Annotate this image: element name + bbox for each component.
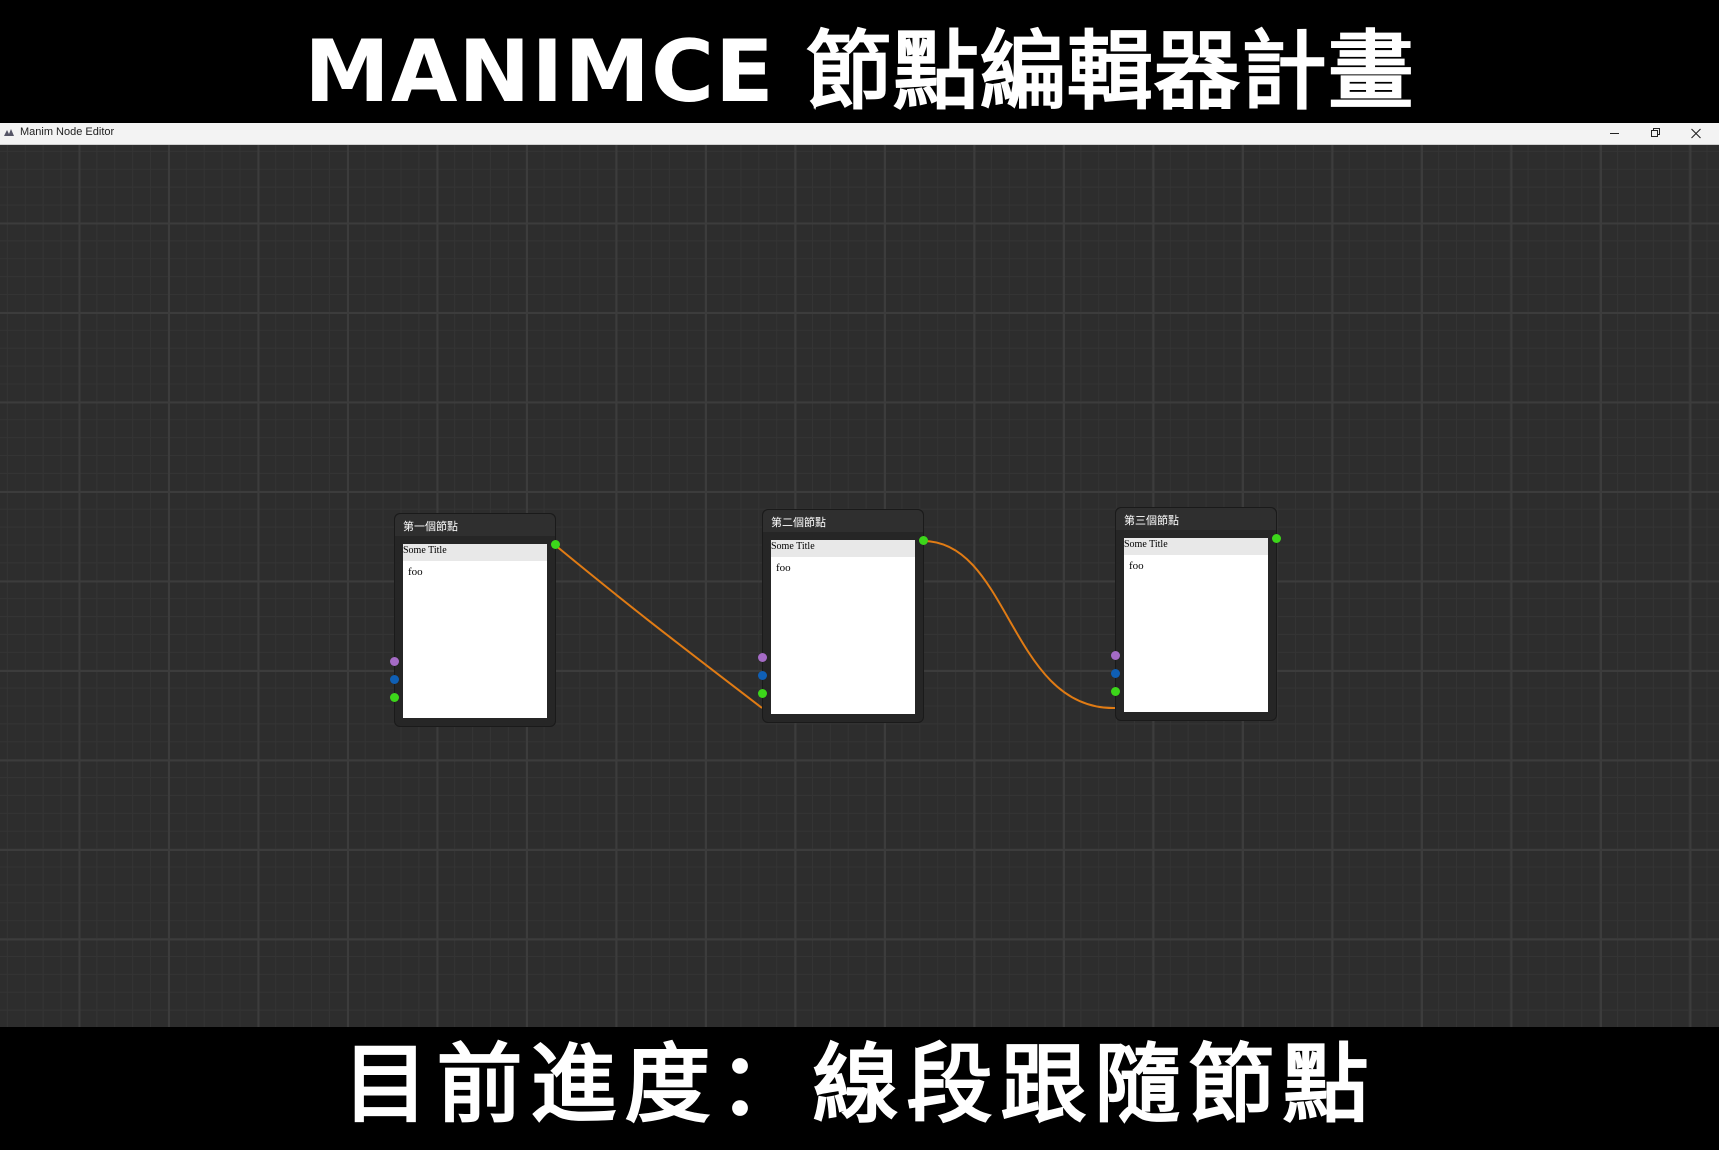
input-port-purple[interactable]: [390, 657, 399, 666]
node-content-title: Some Title: [403, 544, 547, 561]
output-port[interactable]: [551, 540, 560, 549]
node-2[interactable]: 第二個節點 Some Title foo: [758, 509, 928, 723]
input-port-purple[interactable]: [758, 653, 767, 662]
node-1[interactable]: 第一個節點 Some Title foo: [390, 513, 560, 727]
node-title: 第二個節點: [771, 516, 826, 529]
link-node1-node2[interactable]: [554, 544, 763, 709]
minimize-button[interactable]: [1595, 123, 1635, 144]
input-port-green[interactable]: [1111, 687, 1120, 696]
node-content-title: Some Title: [771, 540, 915, 557]
app-window: Manim Node Editor 第一個節點 Some Title foo 第…: [0, 123, 1719, 1027]
close-button[interactable]: [1676, 123, 1716, 144]
window-title: Manim Node Editor: [20, 126, 115, 138]
link-node2-node3[interactable]: [922, 540, 1116, 710]
node-canvas[interactable]: 第一個節點 Some Title foo 第二個節點 Some Title fo…: [0, 145, 1719, 1027]
output-port[interactable]: [919, 536, 928, 545]
node-content-text: foo: [408, 566, 423, 578]
output-port[interactable]: [1272, 534, 1281, 543]
window-titlebar[interactable]: Manim Node Editor: [0, 123, 1719, 145]
node-content: Some Title foo: [403, 544, 547, 718]
node-header[interactable]: 第二個節點: [763, 510, 923, 532]
node-content-text: foo: [1129, 560, 1144, 572]
headline-top: MANIMCE 節點編輯器計畫: [304, 22, 1415, 122]
app-icon: [4, 129, 14, 136]
close-icon: [1691, 128, 1701, 139]
input-port-blue[interactable]: [390, 675, 399, 684]
node-header[interactable]: 第一個節點: [395, 514, 555, 536]
node-title: 第一個節點: [403, 520, 458, 533]
node-content: Some Title foo: [1124, 538, 1268, 712]
node-content-title: Some Title: [1124, 538, 1268, 555]
headline-bottom: 目前進度：線段跟隨節點: [342, 1035, 1377, 1135]
restore-button[interactable]: [1635, 123, 1675, 144]
node-title: 第三個節點: [1124, 514, 1179, 527]
input-port-blue[interactable]: [1111, 669, 1120, 678]
input-port-purple[interactable]: [1111, 651, 1120, 660]
restore-icon: [1651, 128, 1660, 137]
node-3[interactable]: 第三個節點 Some Title foo: [1111, 507, 1281, 721]
input-port-blue[interactable]: [758, 671, 767, 680]
node-content: Some Title foo: [771, 540, 915, 714]
node-header[interactable]: 第三個節點: [1116, 508, 1276, 530]
minimize-icon: [1610, 133, 1619, 134]
input-port-green[interactable]: [758, 689, 767, 698]
input-port-green[interactable]: [390, 693, 399, 702]
node-content-text: foo: [776, 562, 791, 574]
